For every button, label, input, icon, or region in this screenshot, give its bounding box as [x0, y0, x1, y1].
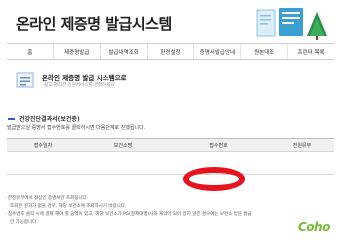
intro-subtitle: 쉽고 편리한 민원서비스를 경험하세요.	[44, 83, 116, 88]
table-header-row: 접수일자 보건소명 접수번호 전원유무	[7, 138, 334, 152]
section-title: 건강진단결과서(보건증)	[8, 114, 80, 123]
nav-item-home[interactable]: 홈	[7, 44, 54, 59]
nav-item-issue-history[interactable]: 발급내역조회	[101, 44, 148, 59]
certificate-illustration-icon	[256, 8, 327, 40]
note-item: · 접수번호 클릭 시에 결제 해야 할 금액이 있고, 해당 보건소가 PG(…	[5, 212, 252, 217]
page-title: 온라인 제증명 발급시스템	[16, 15, 172, 33]
instruction-text: 발급받으실 증명서 접수번호를 클릭하시면 다음단계로 진행됩니다.	[7, 125, 146, 131]
note-item: · 한정유무에서 정상인 증명서만 조회됩니다.	[5, 196, 89, 201]
column-header-receipt-number: 접수번호	[209, 142, 228, 149]
nav-item-issue-guide[interactable]: 증명서발급안내	[194, 44, 242, 59]
main-nav: 홈 제증명발급 발급내역조회 환경설정 증명서발급안내 원본대조 프린터 목록	[7, 43, 334, 60]
column-header-receipt-date: 접수일자	[33, 142, 53, 149]
column-header-status: 전원유무	[292, 142, 312, 149]
nav-item-printer-list[interactable]: 프린터 목록	[288, 44, 334, 59]
nav-item-settings[interactable]: 환경설정	[148, 44, 195, 59]
note-item: 조회된 결과가 없을 경우, 해당 보건소에 조회하시기 바랍니다.	[10, 204, 127, 209]
document-list-icon	[16, 72, 34, 88]
highlight-circle	[183, 167, 245, 191]
intro-title: 온라인 제증명 발급 시스템으로	[42, 74, 127, 82]
nav-item-original-verify[interactable]: 원본대조	[241, 44, 289, 59]
brand-logo: Coho	[298, 220, 330, 234]
notes: · 한정유무에서 정상인 증명서만 조회됩니다. 조회된 결과가 없을 경우, …	[5, 195, 252, 227]
column-header-health-center: 보건소명	[113, 142, 133, 149]
section-marker-icon	[8, 117, 15, 120]
receipt-table: 접수일자 보건소명 접수번호 전원유무	[7, 138, 334, 175]
section-title-text: 건강진단결과서(보건증)	[19, 116, 80, 123]
nav-item-certificate-issue[interactable]: 제증명발급	[54, 44, 101, 59]
table-row[interactable]	[7, 152, 334, 175]
note-item: 만 가능합니다.	[10, 220, 38, 225]
